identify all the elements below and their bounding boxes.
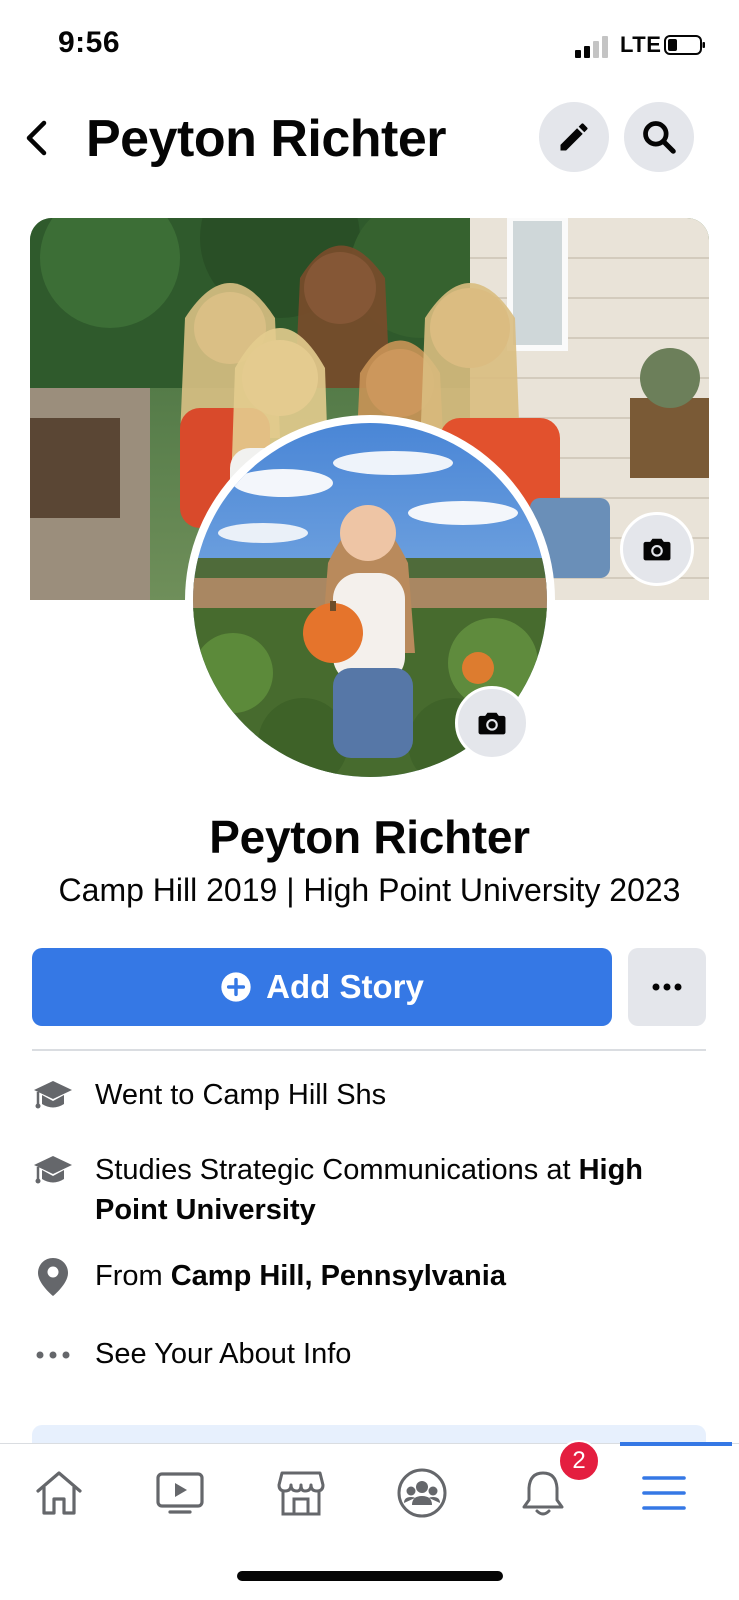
tab-watch[interactable] bbox=[145, 1462, 215, 1524]
bell-icon bbox=[522, 1471, 564, 1516]
profile-bio: Camp Hill 2019 | High Point University 2… bbox=[58, 872, 681, 908]
education-row-university[interactable]: Studies Strategic Communications at High… bbox=[32, 1150, 712, 1232]
page-title: Peyton Richter bbox=[86, 110, 446, 168]
camera-icon bbox=[643, 538, 671, 561]
store-icon bbox=[277, 1471, 325, 1516]
hometown-prefix: From bbox=[95, 1260, 171, 1292]
pencil-icon bbox=[560, 123, 588, 151]
hometown-text: From Camp Hill, Pennsylvania bbox=[95, 1256, 705, 1296]
next-section-card bbox=[32, 1425, 706, 1445]
plus-circle-icon bbox=[221, 972, 251, 1002]
add-story-label: Add Story bbox=[266, 968, 424, 1005]
back-button[interactable] bbox=[18, 115, 54, 161]
signal-strength-icon bbox=[575, 36, 608, 58]
camera-icon bbox=[478, 712, 506, 735]
education-row-high-school[interactable]: Went to Camp Hill Shs bbox=[32, 1075, 712, 1117]
tab-menu[interactable] bbox=[629, 1462, 699, 1524]
graduation-cap-icon bbox=[32, 1150, 74, 1192]
studies-prefix: Studies Strategic Communications at bbox=[95, 1154, 579, 1186]
home-indicator bbox=[237, 1571, 503, 1581]
network-type: LTE bbox=[620, 32, 662, 57]
more-dots-icon bbox=[32, 1334, 74, 1376]
status-bar: 9:56 LTE bbox=[0, 0, 739, 90]
studies-text: Studies Strategic Communications at High… bbox=[95, 1150, 705, 1230]
tab-groups[interactable] bbox=[387, 1462, 457, 1524]
change-cover-photo-button[interactable] bbox=[620, 512, 694, 586]
see-about-info-text: See Your About Info bbox=[95, 1338, 352, 1370]
search-icon bbox=[643, 121, 676, 154]
section-divider bbox=[32, 1049, 706, 1051]
bottom-tab-bar: 2 bbox=[0, 1440, 739, 1544]
chevron-left-icon bbox=[26, 120, 47, 156]
tab-marketplace[interactable] bbox=[266, 1462, 336, 1524]
change-profile-picture-button[interactable] bbox=[455, 686, 529, 760]
status-time: 9:56 bbox=[58, 26, 121, 59]
education-text: Went to Camp Hill Shs bbox=[95, 1079, 387, 1111]
more-dots-icon bbox=[652, 983, 682, 991]
add-story-button[interactable]: Add Story bbox=[32, 948, 612, 1026]
menu-icon bbox=[642, 1476, 686, 1510]
home-icon bbox=[36, 1471, 82, 1515]
groups-icon bbox=[397, 1468, 447, 1518]
tab-home[interactable] bbox=[24, 1462, 94, 1524]
profile-name: Peyton Richter bbox=[209, 811, 530, 863]
video-icon bbox=[156, 1472, 204, 1514]
hometown-row[interactable]: From Camp Hill, Pennsylvania bbox=[32, 1256, 712, 1298]
graduation-cap-icon bbox=[32, 1075, 74, 1117]
location-pin-icon bbox=[32, 1256, 74, 1298]
notification-badge: 2 bbox=[558, 1440, 600, 1482]
more-options-button[interactable] bbox=[628, 948, 706, 1026]
top-bar: Peyton Richter bbox=[0, 95, 739, 180]
edit-profile-button[interactable] bbox=[539, 102, 609, 172]
see-about-info-row[interactable]: See Your About Info bbox=[32, 1334, 712, 1376]
search-button[interactable] bbox=[624, 102, 694, 172]
battery-icon bbox=[664, 35, 705, 55]
hometown-link[interactable]: Camp Hill, Pennsylvania bbox=[171, 1260, 506, 1292]
active-tab-indicator bbox=[620, 1442, 732, 1446]
